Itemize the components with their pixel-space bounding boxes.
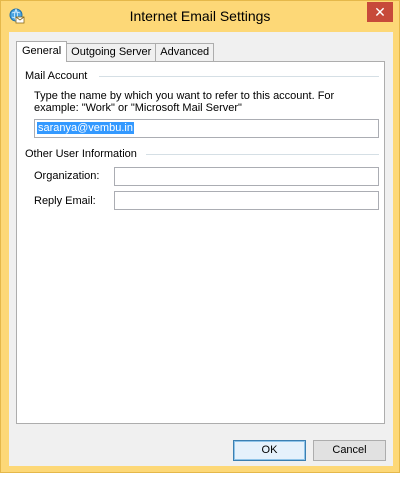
tab-outgoing-server[interactable]: Outgoing Server [66,43,157,62]
organization-label: Organization: [34,170,100,182]
account-name-description: Type the name by which you want to refer… [34,90,335,114]
dialog-client-area: General Outgoing Server Advanced Mail Ac… [9,32,393,466]
other-user-info-divider [146,154,379,155]
account-name-input[interactable]: saranya@vembu.in [34,119,379,138]
dialog-window: Internet Email Settings ✕ General Outgoi… [0,0,400,473]
organization-input[interactable] [114,167,379,186]
window-title: Internet Email Settings [129,8,271,24]
reply-email-input[interactable] [114,191,379,210]
tab-advanced[interactable]: Advanced [155,43,215,62]
cancel-button[interactable]: Cancel [313,440,386,461]
ok-button[interactable]: OK [233,440,306,461]
general-tab-panel: Mail Account Type the name by which you … [16,61,385,424]
tab-strip: General Outgoing Server Advanced [16,41,215,62]
mail-account-heading: Mail Account [25,70,88,82]
reply-email-label: Reply Email: [34,195,96,207]
account-name-value: saranya@vembu.in [37,122,134,134]
other-user-info-heading: Other User Information [25,148,137,160]
tab-general[interactable]: General [16,41,68,62]
title-bar[interactable]: Internet Email Settings ✕ [1,1,399,31]
mail-account-divider [99,76,379,77]
close-button[interactable]: ✕ [367,2,393,22]
